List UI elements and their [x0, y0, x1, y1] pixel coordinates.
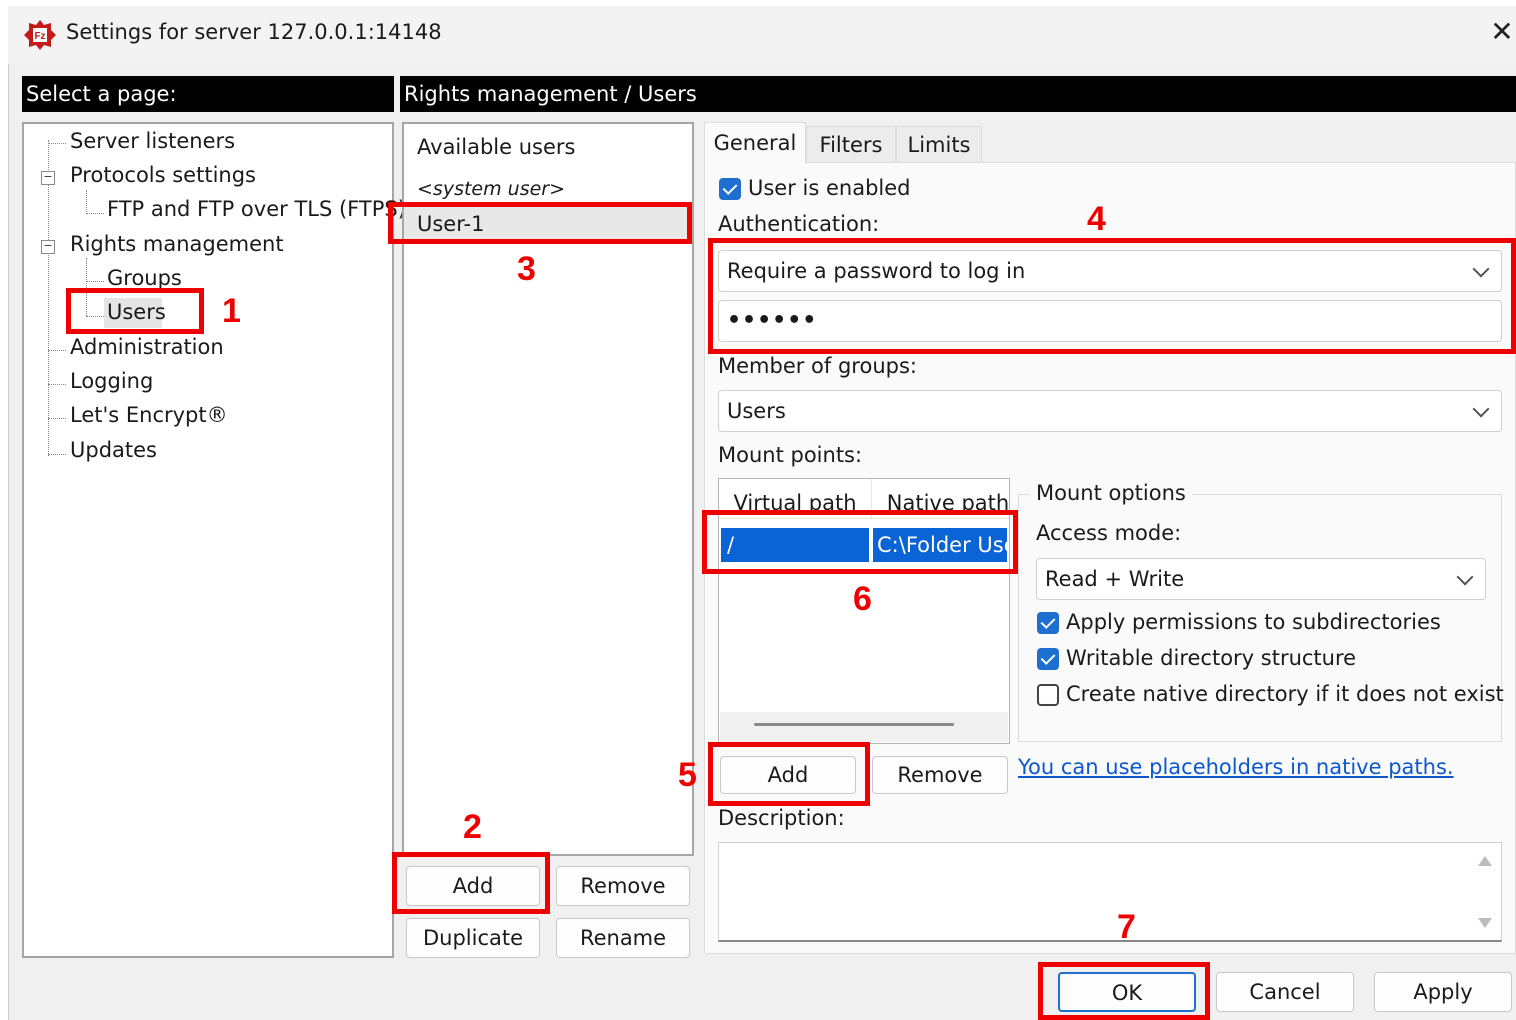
- tree-item-administration[interactable]: Administration: [70, 335, 224, 359]
- scroll-down-icon[interactable]: [1478, 918, 1492, 928]
- user-item-system[interactable]: <system user>: [417, 178, 565, 200]
- apply-button[interactable]: Apply: [1374, 972, 1512, 1012]
- tree-item-logging[interactable]: Logging: [70, 369, 153, 393]
- annotation-number-1: 1: [222, 292, 241, 330]
- placeholders-link[interactable]: You can use placeholders in native paths…: [1018, 755, 1454, 779]
- annotation-number-4: 4: [1087, 200, 1106, 238]
- chevron-down-icon: [1456, 568, 1474, 586]
- remove-user-button[interactable]: Remove: [556, 866, 690, 906]
- section-header: Rights management / Users: [400, 76, 1516, 112]
- access-mode-value: Read + Write: [1045, 567, 1185, 591]
- collapse-icon[interactable]: −: [41, 240, 55, 254]
- column-native-path[interactable]: Native path: [872, 491, 1009, 515]
- scroll-up-icon[interactable]: [1478, 856, 1492, 866]
- apply-subdirs-checkbox[interactable]: [1037, 612, 1059, 634]
- description-label: Description:: [718, 806, 845, 830]
- tree-item-protocols-settings[interactable]: Protocols settings: [70, 163, 256, 187]
- tree-item-rights-management[interactable]: Rights management: [70, 232, 284, 256]
- create-native-checkbox[interactable]: [1037, 684, 1059, 706]
- create-native-label: Create native directory if it does not e…: [1066, 682, 1504, 706]
- writable-structure-label: Writable directory structure: [1066, 646, 1357, 670]
- apply-subdirs-label: Apply permissions to subdirectories: [1066, 610, 1441, 634]
- tree-item-server-listeners[interactable]: Server listeners: [70, 129, 235, 153]
- add-user-button[interactable]: Add: [406, 866, 540, 906]
- horizontal-scrollbar[interactable]: [720, 712, 1008, 742]
- chevron-down-icon: [1472, 400, 1490, 418]
- tree-item-users[interactable]: Users: [107, 300, 166, 324]
- authentication-select[interactable]: Require a password to log in: [718, 250, 1502, 292]
- tab-limits[interactable]: Limits: [896, 126, 982, 162]
- authentication-label: Authentication:: [718, 212, 880, 236]
- user-item-user-1[interactable]: User-1: [417, 212, 484, 236]
- description-textarea[interactable]: [718, 842, 1502, 942]
- access-mode-label: Access mode:: [1036, 521, 1182, 545]
- tree-item-ftp-tls[interactable]: FTP and FTP over TLS (FTPS): [107, 197, 406, 221]
- member-of-groups-label: Member of groups:: [718, 354, 917, 378]
- password-field[interactable]: ••••••: [718, 300, 1502, 342]
- tree-item-lets-encrypt[interactable]: Let's Encrypt®: [70, 403, 228, 427]
- mount-table-header: Virtual path Native path: [719, 479, 1009, 519]
- writable-structure-checkbox[interactable]: [1037, 648, 1059, 670]
- tree-item-updates[interactable]: Updates: [70, 438, 157, 462]
- access-mode-select[interactable]: Read + Write: [1036, 558, 1486, 600]
- annotation-number-5: 5: [678, 756, 697, 794]
- remove-mount-button[interactable]: Remove: [872, 756, 1008, 794]
- chevron-down-icon: [1472, 260, 1490, 278]
- rename-user-button[interactable]: Rename: [556, 918, 690, 958]
- tab-filters[interactable]: Filters: [806, 126, 896, 162]
- column-virtual-path[interactable]: Virtual path: [719, 491, 871, 515]
- ok-button[interactable]: OK: [1058, 972, 1196, 1012]
- mount-points-label: Mount points:: [718, 443, 863, 467]
- user-enabled-label: User is enabled: [748, 176, 911, 200]
- tree-item-groups[interactable]: Groups: [107, 266, 182, 290]
- mount-row-native[interactable]: C:\Folder Use: [873, 528, 1007, 562]
- annotation-number-3: 3: [517, 250, 536, 288]
- close-icon[interactable]: ✕: [1488, 18, 1516, 46]
- annotation-number-6: 6: [853, 580, 872, 618]
- window-title: Settings for server 127.0.0.1:14148: [66, 20, 442, 44]
- mount-options-title: Mount options: [1030, 481, 1192, 505]
- cancel-button[interactable]: Cancel: [1216, 972, 1354, 1012]
- groups-value: Users: [727, 399, 786, 423]
- annotation-number-2: 2: [463, 808, 482, 846]
- add-mount-button[interactable]: Add: [720, 756, 856, 794]
- user-enabled-checkbox[interactable]: [719, 178, 741, 200]
- page-select-header: Select a page:: [22, 76, 394, 112]
- duplicate-user-button[interactable]: Duplicate: [406, 918, 540, 958]
- annotation-number-7: 7: [1117, 908, 1136, 946]
- svg-text:Fz: Fz: [34, 31, 45, 42]
- groups-select[interactable]: Users: [718, 390, 1502, 432]
- filezilla-icon: Fz: [24, 20, 56, 50]
- collapse-icon[interactable]: −: [41, 171, 55, 185]
- scrollbar-thumb[interactable]: [754, 723, 954, 726]
- authentication-value: Require a password to log in: [727, 259, 1026, 283]
- mount-row-virtual[interactable]: /: [721, 528, 869, 562]
- tab-general[interactable]: General: [704, 122, 806, 164]
- users-list-header: Available users: [417, 135, 576, 159]
